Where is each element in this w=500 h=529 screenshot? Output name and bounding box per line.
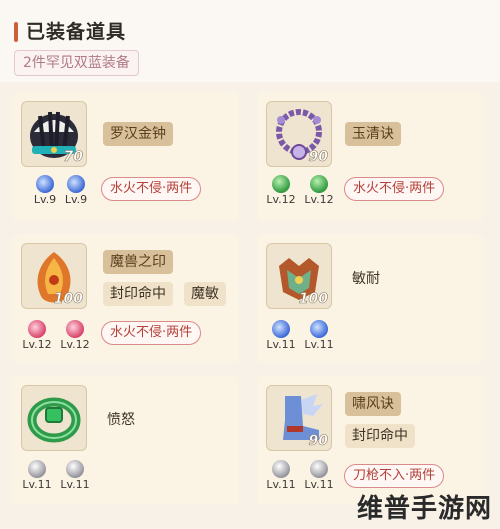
gem-level: Lv.11 bbox=[304, 478, 334, 491]
attribute-tag: 封印命中 bbox=[345, 424, 415, 448]
gem-slot[interactable]: Lv.11 bbox=[263, 320, 299, 351]
moon-gem-icon bbox=[36, 175, 54, 193]
white-gem-icon bbox=[28, 460, 46, 478]
gem-slot[interactable]: Lv.11 bbox=[19, 460, 55, 491]
moon-gem-icon bbox=[272, 320, 290, 338]
attribute-tag: 愤怒 bbox=[107, 412, 135, 428]
equipment-card[interactable]: 100 敏耐 Lv.11 Lv.11 bbox=[257, 234, 484, 363]
gem-slot[interactable]: Lv.12 bbox=[301, 175, 337, 206]
page-title: 已装备道具 bbox=[26, 21, 127, 43]
item-level: 90 bbox=[308, 149, 328, 166]
gem-slot[interactable]: Lv.11 bbox=[301, 320, 337, 351]
attribute-tag: 封印命中 bbox=[103, 282, 173, 306]
gem-slot[interactable]: Lv.12 bbox=[19, 320, 55, 351]
gem-slot[interactable]: Lv.11 bbox=[301, 460, 337, 491]
moon-gem-icon bbox=[310, 320, 328, 338]
gem-level: Lv.12 bbox=[60, 338, 90, 351]
set-summary-badge: 2件罕见双蓝装备 bbox=[14, 50, 139, 76]
moon-gem-icon bbox=[67, 175, 85, 193]
gem-slot[interactable]: Lv.12 bbox=[57, 320, 93, 351]
attribute-tag: 魔敏 bbox=[184, 282, 226, 306]
bead-necklace-icon[interactable]: 90 bbox=[266, 101, 332, 167]
striped-helmet-icon[interactable]: 70 bbox=[21, 101, 87, 167]
item-level: 100 bbox=[53, 291, 83, 308]
gem-level: Lv.12 bbox=[266, 193, 296, 206]
red-gem-icon bbox=[28, 320, 46, 338]
gem-slot[interactable]: Lv.12 bbox=[263, 175, 299, 206]
header: 已装备道具 2件罕见双蓝装备 bbox=[0, 0, 500, 82]
gem-slot[interactable]: Lv.11 bbox=[57, 460, 93, 491]
jade-bracelet-icon[interactable] bbox=[21, 385, 87, 451]
beast-armor-icon[interactable]: 100 bbox=[266, 243, 332, 309]
white-gem-icon bbox=[272, 460, 290, 478]
item-level: 100 bbox=[298, 291, 328, 308]
equipment-card[interactable]: 90 啸风诀 封印命中 Lv.11 Lv.11 刀枪不入·两件 bbox=[257, 376, 484, 505]
green-gem-icon bbox=[272, 175, 290, 193]
gem-level: Lv.12 bbox=[304, 193, 334, 206]
fire-leaf-armor-icon[interactable]: 100 bbox=[21, 243, 87, 309]
equipment-card[interactable]: 愤怒 Lv.11 Lv.11 bbox=[12, 376, 239, 505]
white-gem-icon bbox=[66, 460, 84, 478]
equipment-card[interactable]: 100 魔兽之印 封印命中 魔敏 Lv.12 Lv.12 水火不侵·两件 bbox=[12, 234, 239, 363]
gem-level: Lv.11 bbox=[266, 338, 296, 351]
site-watermark: 维普手游网 bbox=[356, 494, 492, 524]
gem-level: Lv.11 bbox=[304, 338, 334, 351]
gem-level: Lv.9 bbox=[64, 193, 88, 206]
winged-boots-icon[interactable]: 90 bbox=[266, 385, 332, 451]
item-name: 魔兽之印 bbox=[103, 250, 173, 274]
gem-level: Lv.11 bbox=[60, 478, 90, 491]
set-effect-tag: 刀枪不入·两件 bbox=[344, 464, 445, 488]
set-effect-tag: 水火不侵·两件 bbox=[101, 177, 202, 201]
item-name: 罗汉金钟 bbox=[103, 122, 173, 146]
gem-slot[interactable]: Lv.9 bbox=[58, 175, 94, 206]
set-effect-tag: 水火不侵·两件 bbox=[344, 177, 445, 201]
attribute-tag: 敏耐 bbox=[352, 271, 380, 287]
item-name: 啸风诀 bbox=[345, 392, 401, 416]
gem-level: Lv.12 bbox=[22, 338, 52, 351]
equipment-card[interactable]: 70 罗汉金钟 Lv.9 Lv.9 水火不侵·两件 bbox=[12, 92, 239, 221]
item-level: 70 bbox=[63, 149, 83, 166]
gem-slot[interactable]: Lv.11 bbox=[263, 460, 299, 491]
set-effect-tag: 水火不侵·两件 bbox=[101, 321, 202, 345]
equipment-card[interactable]: 90 玉清诀 Lv.12 Lv.12 水火不侵·两件 bbox=[257, 92, 484, 221]
green-gem-icon bbox=[310, 175, 328, 193]
white-gem-icon bbox=[310, 460, 328, 478]
title-accent-bar bbox=[14, 22, 18, 42]
gem-level: Lv.11 bbox=[22, 478, 52, 491]
item-name: 玉清诀 bbox=[345, 122, 401, 146]
gem-level: Lv.11 bbox=[266, 478, 296, 491]
item-level: 90 bbox=[308, 433, 328, 450]
red-gem-icon bbox=[66, 320, 84, 338]
